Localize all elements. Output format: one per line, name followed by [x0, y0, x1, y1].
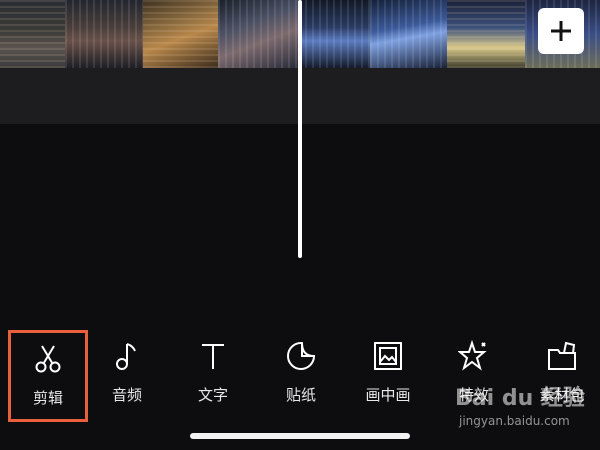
tool-text[interactable]: 文字 — [173, 330, 253, 422]
tool-label: 文字 — [197, 386, 228, 404]
tool-label: 贴纸 — [285, 386, 316, 404]
video-frame — [447, 0, 525, 68]
tool-cut[interactable]: 剪辑 — [8, 330, 88, 422]
music-note-icon — [116, 343, 136, 370]
tool-picture-in-picture[interactable]: 画中画 — [348, 330, 428, 422]
add-clip-button[interactable] — [538, 8, 584, 54]
scissors-icon — [35, 345, 61, 373]
picture-in-picture-icon — [374, 342, 402, 370]
tool-label: 剪辑 — [32, 389, 63, 407]
watermark-url: jingyan.baidu.com — [459, 414, 570, 428]
video-frame — [0, 0, 65, 68]
tool-label: 画中画 — [365, 386, 411, 404]
plus-icon — [551, 21, 571, 41]
watermark-logo: Bai du 经验 — [455, 386, 585, 411]
tool-audio[interactable]: 音频 — [87, 330, 167, 422]
watermark: Bai du 经验 jingyan.baidu.com — [455, 380, 595, 430]
text-icon — [202, 344, 224, 369]
video-frame — [218, 0, 298, 68]
star-effect-icon — [458, 340, 487, 371]
home-indicator[interactable] — [190, 433, 410, 439]
tool-sticker[interactable]: 贴纸 — [261, 330, 341, 422]
video-frame — [143, 0, 218, 68]
playhead[interactable] — [298, 0, 302, 258]
video-frame — [370, 0, 447, 68]
video-frame — [65, 0, 143, 68]
material-pack-icon — [548, 341, 576, 370]
tool-label: 音频 — [111, 386, 142, 404]
video-frame — [298, 0, 370, 68]
sticker-icon — [287, 341, 316, 370]
